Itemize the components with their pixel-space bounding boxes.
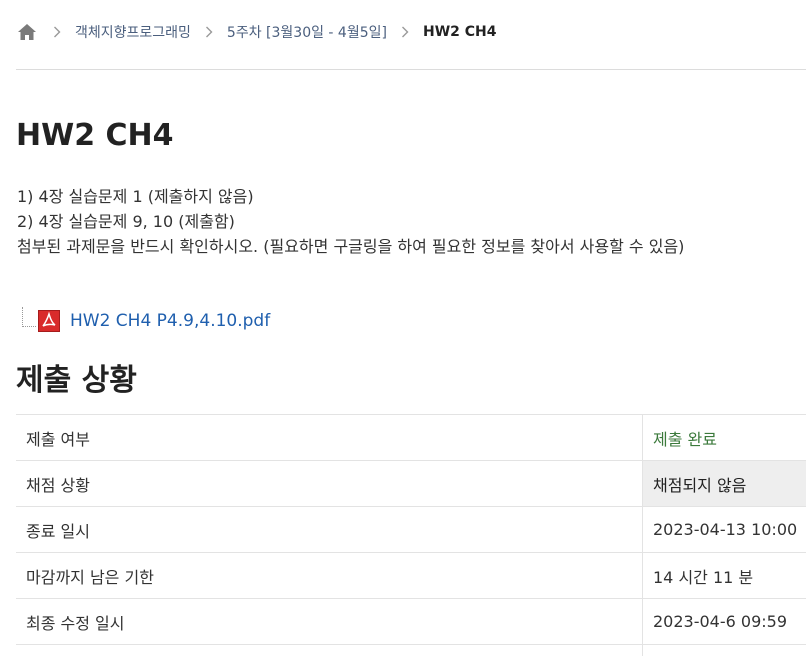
description-line: 1) 4장 실습문제 1 (제출하지 않음) bbox=[17, 187, 254, 206]
page-title: HW2 CH4 bbox=[16, 118, 174, 153]
table-row: 제출 여부 제출 완료 bbox=[16, 414, 806, 461]
home-icon[interactable] bbox=[17, 21, 39, 43]
row-value bbox=[642, 644, 806, 656]
submission-status-heading: 제출 상황 bbox=[16, 363, 137, 398]
attachment-item: HW2 CH4 P4.9,4.10.pdf bbox=[22, 307, 270, 332]
last-modified-value: 2023-04-6 09:59 bbox=[642, 598, 806, 645]
row-label: 종료 일시 bbox=[16, 506, 643, 553]
breadcrumb: 객체지향프로그래밍 5주차 [3월30일 - 4월5일] HW2 CH4 bbox=[17, 18, 497, 46]
assignment-page: 객체지향프로그래밍 5주차 [3월30일 - 4월5일] HW2 CH4 HW2… bbox=[0, 0, 806, 656]
table-row bbox=[16, 644, 806, 656]
table-row: 채점 상황 채점되지 않음 bbox=[16, 460, 806, 507]
table-row: 최종 수정 일시 2023-04-6 09:59 bbox=[16, 598, 806, 645]
tree-connector bbox=[22, 307, 36, 327]
breadcrumb-week-link[interactable]: 5주차 [3월30일 - 4월5일] bbox=[227, 22, 387, 42]
description-line: 첨부된 과제문을 반드시 확인하시오. (필요하면 구글링을 하여 필요한 정보… bbox=[17, 237, 685, 256]
attachment-link[interactable]: HW2 CH4 P4.9,4.10.pdf bbox=[70, 311, 270, 331]
breadcrumb-course-link[interactable]: 객체지향프로그래밍 bbox=[75, 22, 191, 42]
time-remaining-value: 14 시간 11 분 bbox=[642, 552, 806, 599]
submission-status-value: 제출 완료 bbox=[642, 414, 806, 461]
chevron-right-icon bbox=[39, 21, 75, 43]
description-line: 2) 4장 실습문제 9, 10 (제출함) bbox=[17, 212, 235, 231]
due-date-value: 2023-04-13 10:00 bbox=[642, 506, 806, 553]
pdf-icon bbox=[38, 310, 60, 332]
chevron-right-icon bbox=[191, 21, 227, 43]
grading-status-value: 채점되지 않음 bbox=[642, 460, 806, 507]
row-label: 채점 상황 bbox=[16, 460, 643, 507]
table-row: 종료 일시 2023-04-13 10:00 bbox=[16, 506, 806, 553]
header-divider bbox=[16, 69, 806, 70]
row-label: 최종 수정 일시 bbox=[16, 598, 643, 645]
row-label: 마감까지 남은 기한 bbox=[16, 552, 643, 599]
row-label: 제출 여부 bbox=[16, 414, 643, 461]
table-row: 마감까지 남은 기한 14 시간 11 분 bbox=[16, 552, 806, 599]
submission-status-table: 제출 여부 제출 완료 채점 상황 채점되지 않음 종료 일시 2023-04-… bbox=[16, 414, 806, 656]
breadcrumb-current: HW2 CH4 bbox=[422, 24, 497, 40]
assignment-description: 1) 4장 실습문제 1 (제출하지 않음) 2) 4장 실습문제 9, 10 … bbox=[17, 184, 684, 259]
chevron-right-icon bbox=[387, 21, 423, 43]
row-label bbox=[16, 644, 643, 656]
